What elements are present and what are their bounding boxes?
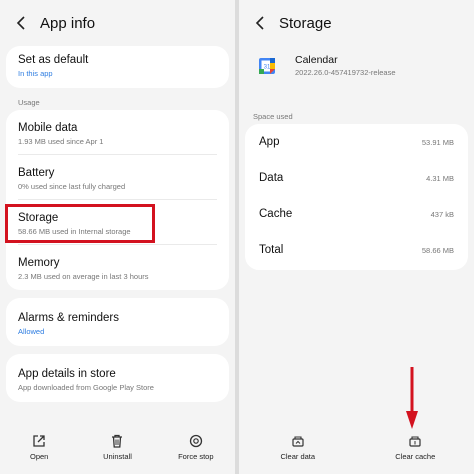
app-details-item[interactable]: App details in store App downloaded from… <box>6 354 229 392</box>
alarms-sub: Allowed <box>18 327 45 336</box>
details-card: App details in store App downloaded from… <box>6 354 229 402</box>
storage-highlight-box <box>5 204 155 243</box>
total-size-row: Total 58.66 MB <box>245 232 468 268</box>
battery-sub: 0% used since last fully charged <box>18 182 126 191</box>
space-used-label: Space used <box>253 112 293 121</box>
app-size-label: App <box>259 136 280 148</box>
app-info-screen: App info Set as default In this app Usag… <box>0 0 235 474</box>
open-label: Open <box>29 452 49 461</box>
stop-icon <box>189 434 202 448</box>
force-stop-label: Force stop <box>178 452 214 461</box>
clear-data-label: Clear data <box>280 452 316 461</box>
usage-card: Mobile data 1.93 MB used since Apr 1 Bat… <box>6 110 229 290</box>
set-as-default-item[interactable]: Set as default In this app <box>6 46 229 78</box>
svg-text:31: 31 <box>264 65 271 71</box>
memory-item[interactable]: Memory 2.3 MB used on average in last 3 … <box>6 245 229 290</box>
battery-item[interactable]: Battery 0% used since last fully charged <box>6 155 229 200</box>
app-header: 31 Calendar 2022.26.0-457419732-release <box>239 50 474 86</box>
uninstall-label: Uninstall <box>103 452 132 461</box>
clear-cache-label: Clear cache <box>395 452 436 461</box>
back-button[interactable] <box>247 10 273 36</box>
storage-header: Storage <box>239 8 474 38</box>
force-stop-button[interactable]: Force stop <box>157 430 235 474</box>
open-icon <box>33 435 45 447</box>
alarms-card: Alarms & reminders Allowed <box>6 298 229 346</box>
set-as-default-label: Set as default <box>18 54 89 66</box>
open-button[interactable]: Open <box>0 430 78 474</box>
clear-cache-button[interactable]: Clear cache <box>357 430 474 474</box>
app-info-header: App info <box>0 8 235 38</box>
back-button[interactable] <box>8 10 34 36</box>
mobile-data-item[interactable]: Mobile data 1.93 MB used since Apr 1 <box>6 110 229 155</box>
cache-size-row: Cache 437 kB <box>245 196 468 232</box>
data-size-row: Data 4.31 MB <box>245 160 468 196</box>
cache-size-value: 437 kB <box>430 209 454 219</box>
red-arrow-indicator <box>406 367 418 429</box>
alarms-label: Alarms & reminders <box>18 312 119 324</box>
app-size-row: App 53.91 MB <box>245 124 468 160</box>
data-size-value: 4.31 MB <box>426 173 454 183</box>
total-size-value: 58.66 MB <box>421 245 454 255</box>
app-version: 2022.26.0-457419732-release <box>295 68 396 77</box>
app-details-sub: App downloaded from Google Play Store <box>18 383 154 392</box>
data-size-label: Data <box>259 172 284 184</box>
space-used-card: App 53.91 MB Data 4.31 MB Cache 437 kB T… <box>245 124 468 270</box>
total-size-label: Total <box>259 244 284 256</box>
storage-bottom-bar: Clear data Clear cache <box>239 430 474 474</box>
storage-screen: Storage 31 Calendar 2022.26.0-457419732-… <box>239 0 474 474</box>
page-title: Storage <box>279 14 332 32</box>
alarms-reminders-item[interactable]: Alarms & reminders Allowed <box>6 298 229 336</box>
set-as-default-sub: In this app <box>18 69 53 78</box>
usage-section-label: Usage <box>18 98 40 107</box>
calendar-app-icon: 31 <box>259 58 275 74</box>
cache-size-label: Cache <box>259 208 293 220</box>
battery-label: Battery <box>18 167 55 179</box>
chevron-left-icon <box>255 16 264 30</box>
clear-cache-icon <box>409 436 421 447</box>
app-info-bottom-bar: Open Uninstall Force stop <box>0 430 235 474</box>
app-details-label: App details in store <box>18 368 116 380</box>
chevron-left-icon <box>16 16 25 30</box>
uninstall-button[interactable]: Uninstall <box>78 430 156 474</box>
mobile-data-label: Mobile data <box>18 122 78 134</box>
default-card: Set as default In this app <box>6 46 229 88</box>
memory-label: Memory <box>18 257 60 269</box>
page-title: App info <box>40 14 96 32</box>
mobile-data-sub: 1.93 MB used since Apr 1 <box>18 137 104 146</box>
memory-sub: 2.3 MB used on average in last 3 hours <box>18 272 149 281</box>
clear-data-button[interactable]: Clear data <box>239 430 357 474</box>
clear-data-icon <box>292 436 304 447</box>
app-name: Calendar <box>295 54 338 66</box>
app-size-value: 53.91 MB <box>421 137 454 147</box>
trash-icon <box>112 434 123 448</box>
